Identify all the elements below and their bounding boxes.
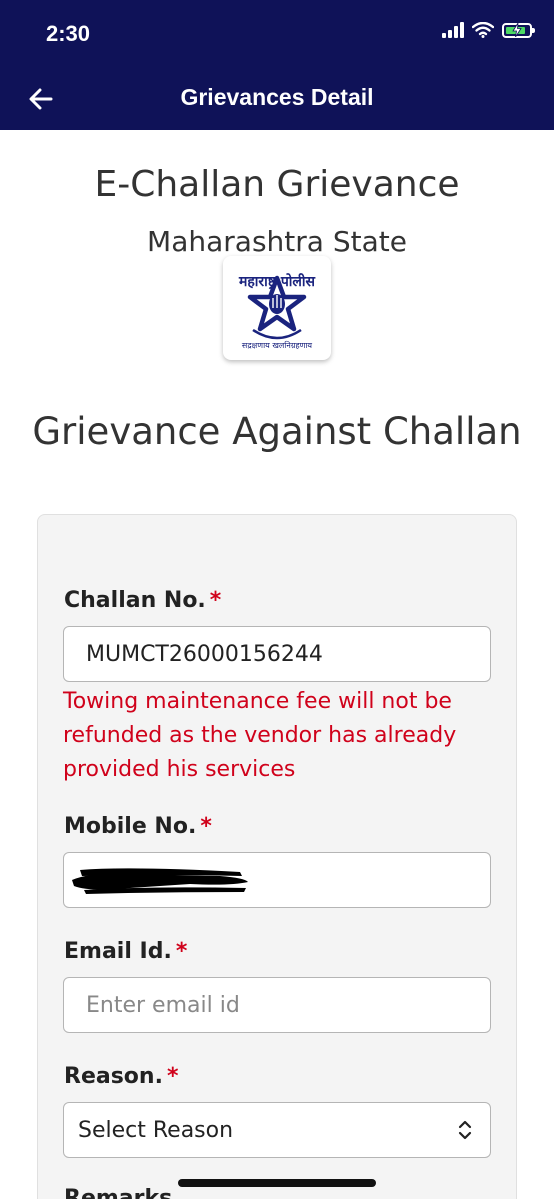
battery-icon bbox=[502, 22, 535, 38]
challan-no-value: MUMCT26000156244 bbox=[86, 641, 323, 667]
logo-text-bottom: सद्रक्षणाय खलनिग्रहणाय bbox=[242, 340, 313, 350]
form-title: Grievance Against Challan bbox=[32, 410, 522, 453]
maharashtra-police-logo: महाराष्ट्र पोलीस सद्रक्षणाय खलनिग्रहणाय bbox=[223, 256, 331, 360]
email-id-input[interactable]: Enter email id bbox=[63, 977, 491, 1033]
reason-selected-value: Select Reason bbox=[78, 1117, 234, 1143]
status-time: 2:30 bbox=[46, 21, 91, 46]
remarks-label: Remarks bbox=[64, 1186, 173, 1199]
redaction-mark bbox=[72, 868, 248, 894]
wifi-icon bbox=[472, 22, 494, 38]
page-title: Grievances Detail bbox=[180, 84, 374, 110]
email-id-placeholder: Enter email id bbox=[86, 992, 240, 1018]
required-marker: * bbox=[166, 1064, 179, 1089]
chevron-up-down-icon bbox=[458, 1120, 472, 1140]
top-bar: 2:30 Grievances Detail bbox=[0, 0, 554, 130]
reason-label: Reason. * bbox=[64, 1064, 179, 1089]
charging-bolt-icon bbox=[512, 22, 522, 37]
home-indicator[interactable] bbox=[178, 1179, 376, 1187]
cellular-signal-icon bbox=[442, 22, 464, 38]
required-marker: * bbox=[175, 939, 188, 964]
required-marker: * bbox=[200, 814, 212, 839]
status-icons bbox=[442, 22, 535, 38]
mobile-no-label: Mobile No. * bbox=[64, 814, 212, 839]
reason-select[interactable]: Select Reason bbox=[63, 1102, 491, 1158]
required-marker: * bbox=[209, 588, 222, 613]
challan-no-input[interactable]: MUMCT26000156244 bbox=[63, 626, 491, 682]
app-subtitle: Maharashtra State bbox=[147, 225, 407, 258]
app-title: E-Challan Grievance bbox=[94, 164, 460, 205]
challan-no-label: Challan No. * bbox=[64, 588, 222, 613]
email-id-label: Email Id. * bbox=[64, 939, 188, 964]
towing-fee-warning: Towing maintenance fee will not be refun… bbox=[63, 689, 457, 782]
